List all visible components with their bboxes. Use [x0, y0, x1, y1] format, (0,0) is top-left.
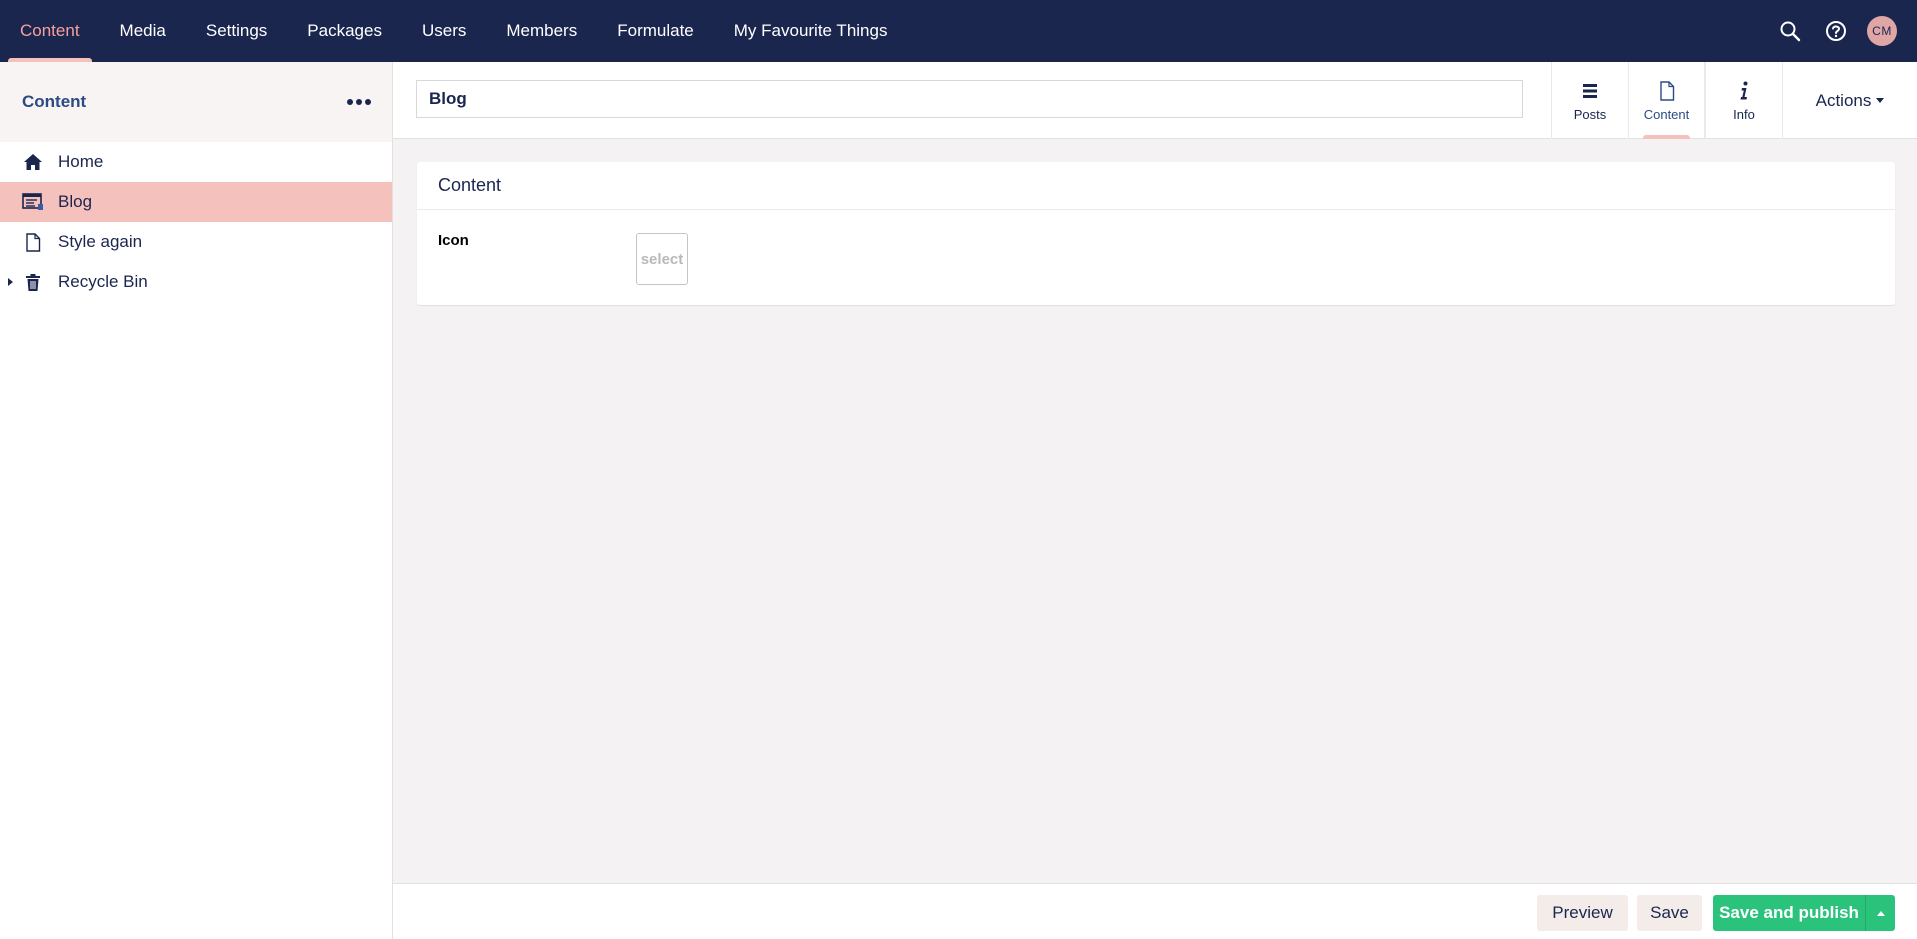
save-and-publish-button[interactable]: Save and publish	[1713, 895, 1865, 931]
top-tools: CM	[1775, 0, 1917, 62]
sidebar-title[interactable]: Content	[22, 92, 86, 112]
publish-options-button[interactable]	[1865, 895, 1895, 931]
help-icon[interactable]	[1821, 16, 1851, 46]
app-tab-info[interactable]: Info	[1705, 62, 1782, 139]
tree-item-home[interactable]: Home	[0, 142, 392, 182]
trash-icon	[22, 271, 44, 293]
content-tree: Home Blog Style again Recycle Bin	[0, 142, 392, 302]
chevron-down-icon	[1876, 98, 1885, 103]
top-bar: Content Media Settings Packages Users Me…	[0, 0, 1917, 62]
document-icon	[22, 231, 44, 253]
preview-button[interactable]: Preview	[1537, 895, 1628, 931]
tree-item-recycle-bin[interactable]: Recycle Bin	[0, 262, 392, 302]
app-tab-label: Posts	[1573, 107, 1607, 122]
user-avatar[interactable]: CM	[1867, 16, 1897, 46]
property-row: Icon select	[417, 210, 1895, 305]
editor-header: Posts Content Info Actions	[393, 62, 1917, 139]
content-apps: Posts Content Info	[1551, 62, 1782, 139]
nav-formulate[interactable]: Formulate	[597, 0, 714, 62]
panel-title: Content	[417, 162, 1895, 210]
content-group-panel: Content Icon select	[417, 162, 1895, 305]
sidebar-header: Content	[0, 62, 392, 142]
property-label: Icon	[438, 232, 469, 249]
blog-icon	[22, 191, 44, 213]
app-tab-content[interactable]: Content	[1628, 62, 1705, 139]
node-name-input[interactable]	[416, 80, 1523, 118]
info-icon	[1739, 79, 1749, 103]
nav-my-favourite-things[interactable]: My Favourite Things	[714, 0, 908, 62]
actions-button[interactable]: Actions	[1816, 91, 1885, 111]
nav-media[interactable]: Media	[100, 0, 186, 62]
icon-select-button[interactable]: select	[636, 233, 688, 285]
tree-item-blog[interactable]: Blog	[0, 182, 392, 222]
nav-users[interactable]: Users	[402, 0, 486, 62]
nav-settings[interactable]: Settings	[186, 0, 287, 62]
more-options-icon[interactable]	[344, 90, 374, 114]
tree-item-label: Style again	[58, 232, 143, 251]
chevron-up-icon	[1876, 910, 1885, 916]
actions-label: Actions	[1815, 90, 1872, 110]
app-tab-label: Content	[1643, 107, 1690, 122]
app-tab-label: Info	[1733, 107, 1755, 122]
editor-footer: Preview Save Save and publish	[393, 883, 1917, 939]
tree-item-label: Home	[58, 152, 104, 171]
tree-item-label: Recycle Bin	[58, 272, 148, 291]
main-nav: Content Media Settings Packages Users Me…	[0, 0, 907, 62]
nav-packages[interactable]: Packages	[287, 0, 402, 62]
app-tab-posts[interactable]: Posts	[1551, 62, 1628, 139]
search-icon[interactable]	[1775, 16, 1805, 46]
document-icon	[1659, 79, 1675, 103]
save-button[interactable]: Save	[1637, 895, 1702, 931]
content-tree-sidebar: Content Home Blog Style again Recycle Bi…	[0, 62, 393, 939]
actions-area: Actions	[1782, 62, 1917, 139]
list-icon	[1583, 79, 1597, 103]
nav-members[interactable]: Members	[486, 0, 597, 62]
home-icon	[22, 151, 44, 173]
tree-item-label: Blog	[58, 192, 93, 211]
expand-caret-icon[interactable]	[8, 278, 13, 286]
nav-content[interactable]: Content	[0, 0, 100, 62]
tree-item-style-again[interactable]: Style again	[0, 222, 392, 262]
